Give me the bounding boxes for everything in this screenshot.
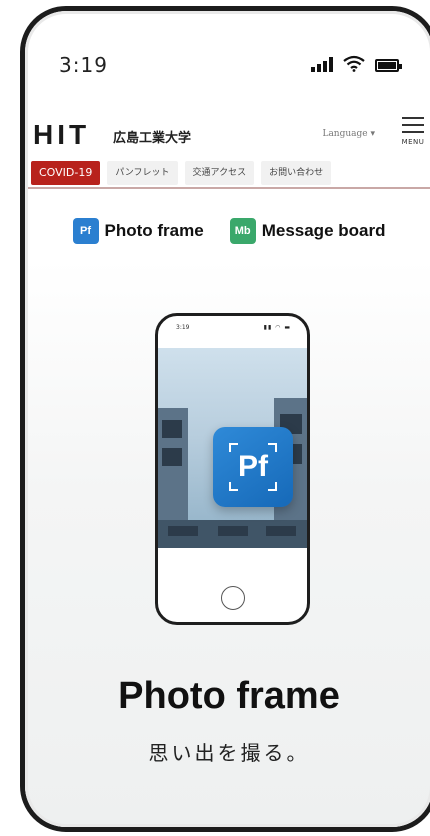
device-status-bar: 3:19 ▮▮ ◠ ▬ xyxy=(158,316,307,336)
signal-icon xyxy=(311,56,333,72)
photo-frame-badge-icon: Pf xyxy=(72,218,99,244)
wifi-icon xyxy=(343,55,365,72)
status-bar: 3:19 xyxy=(25,11,430,91)
device-time: 3:19 xyxy=(176,324,190,331)
photo-frame-link[interactable]: Pf Photo frame xyxy=(72,218,204,244)
hamburger-icon xyxy=(399,117,427,133)
photo-frame-app-icon: Pf xyxy=(213,427,293,507)
site-header: HIT 広島工業大学 Language ▾ MENU xyxy=(25,111,430,151)
device-home-button xyxy=(221,586,245,610)
message-board-link-label: Message board xyxy=(261,221,386,240)
menu-button[interactable]: MENU xyxy=(399,117,427,146)
status-time: 3:19 xyxy=(59,53,108,77)
nav-tabs: COVID-19 パンフレット 交通アクセス お問い合わせ xyxy=(31,161,332,185)
hit-logo[interactable]: HIT xyxy=(33,119,90,151)
photo-frame-link-label: Photo frame xyxy=(104,221,204,240)
tab-pamphlet[interactable]: パンフレット xyxy=(107,161,178,185)
message-board-badge-icon: Mb xyxy=(229,218,256,244)
status-icons xyxy=(311,55,402,72)
hero-subtitle: 思い出を撮る。 xyxy=(148,741,310,765)
hero-section: 3:19 ▮▮ ◠ ▬ Pf Photo frame 思い出を撮る。 xyxy=(25,259,430,827)
message-board-link[interactable]: Mb Message board xyxy=(229,218,386,244)
university-name[interactable]: 広島工業大学 xyxy=(113,127,191,146)
device-status-icons: ▮▮ ◠ ▬ xyxy=(263,324,291,331)
tab-contact[interactable]: お問い合わせ xyxy=(261,161,332,185)
app-icon-text: Pf xyxy=(238,450,268,483)
menu-label: MENU xyxy=(401,138,425,146)
app-links: Pf Photo frame Mb Message board xyxy=(25,209,430,253)
tab-access[interactable]: 交通アクセス xyxy=(184,161,255,185)
language-selector[interactable]: Language ▾ xyxy=(322,129,375,139)
hero-title: Photo frame xyxy=(118,675,340,717)
nav-divider xyxy=(25,187,430,189)
battery-icon xyxy=(375,59,402,72)
tab-covid-19[interactable]: COVID-19 xyxy=(31,161,101,185)
phone-frame: 3:19 HIT 広島工業大学 Language ▾ MENU COVID-19… xyxy=(20,6,430,832)
